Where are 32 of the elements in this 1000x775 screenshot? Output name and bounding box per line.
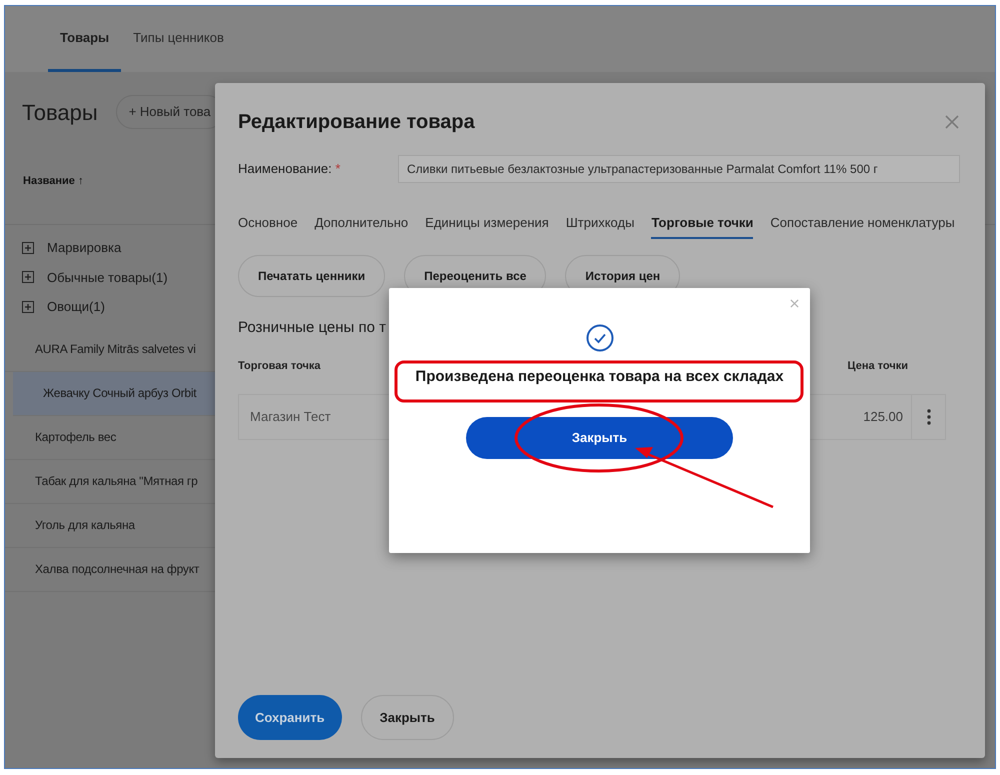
expand-icon[interactable] bbox=[22, 242, 34, 254]
column-header: Название ↑ bbox=[23, 175, 84, 187]
tab[interactable]: Основное bbox=[238, 213, 298, 239]
close-button[interactable]: Закрыть bbox=[360, 695, 454, 740]
tab[interactable]: Товары bbox=[48, 6, 122, 72]
field-label: Наименование: * bbox=[238, 160, 342, 178]
tab[interactable]: Сопоставление номенклатуры bbox=[770, 213, 955, 239]
action-button[interactable]: Печатать ценники bbox=[238, 255, 386, 297]
tree-item[interactable]: Марвировка bbox=[47, 238, 122, 258]
name-field[interactable]: Сливки питьевые безлактозные ультрапастеризованные Parmalat Comfort 11% 500 г bbox=[398, 155, 960, 183]
table-cell-text: Магазин Тест bbox=[249, 408, 332, 426]
close-button[interactable]: Закрыть bbox=[466, 416, 733, 458]
tab[interactable]: Единицы измерения bbox=[425, 213, 549, 239]
section-title: Розничные цены по т bbox=[238, 318, 386, 338]
column-header: Торговая точка bbox=[238, 358, 321, 374]
tab[interactable]: Дополнительно bbox=[314, 213, 408, 239]
page-title: Товары bbox=[22, 98, 98, 127]
tab[interactable]: Типы ценников bbox=[121, 6, 236, 72]
tab[interactable]: Штрихкоды bbox=[566, 213, 634, 239]
expand-icon[interactable] bbox=[22, 300, 34, 313]
check-circle-icon bbox=[586, 324, 614, 352]
column-header: Цена точки bbox=[848, 358, 908, 374]
drawer-title: Редактирование товара bbox=[238, 110, 475, 135]
tree-item[interactable]: Овощи(1) bbox=[47, 297, 105, 316]
more-icon[interactable] bbox=[926, 409, 930, 425]
table-cell-text: 125.00 bbox=[863, 408, 904, 426]
expand-icon[interactable] bbox=[22, 271, 34, 284]
list-item[interactable]: Жевачку Сочный арбуз Orbit bbox=[13, 372, 215, 416]
tab[interactable]: Торговые точки bbox=[651, 213, 754, 239]
tree-item[interactable]: Обычные товары(1) bbox=[47, 268, 168, 287]
dialog-message: Произведена переоценка товара на всех складах bbox=[415, 367, 784, 387]
save-button[interactable]: Сохранить bbox=[238, 695, 342, 740]
